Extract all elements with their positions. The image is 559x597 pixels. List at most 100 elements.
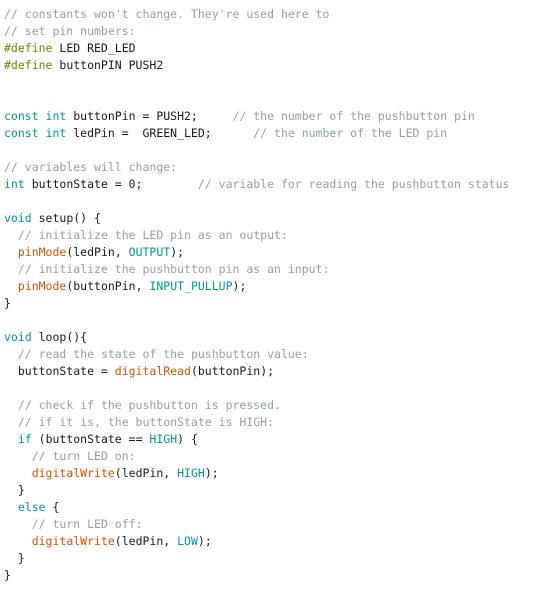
code-token-fn: digitalRead bbox=[114, 364, 191, 378]
code-line[interactable] bbox=[4, 193, 559, 210]
code-token-kw: else bbox=[4, 500, 46, 514]
code-editor[interactable]: // constants won't change. They're used … bbox=[0, 0, 559, 584]
code-token-plain: buttonPIN PUSH2 bbox=[52, 58, 164, 72]
code-token-comment: // initialize the pushbutton pin as an i… bbox=[17, 262, 330, 276]
code-line[interactable] bbox=[4, 380, 559, 397]
code-line[interactable] bbox=[4, 312, 559, 329]
code-line[interactable]: // read the state of the pushbutton valu… bbox=[4, 346, 559, 363]
code-token-plain: } bbox=[4, 296, 11, 310]
code-token-blank bbox=[4, 143, 11, 157]
code-token-blank bbox=[4, 313, 11, 327]
code-line[interactable]: // check if the pushbutton is pressed. bbox=[4, 397, 559, 414]
code-token-plain: } bbox=[4, 551, 25, 565]
code-line[interactable]: // variables will change: bbox=[4, 159, 559, 176]
code-token-comment: // read the state of the pushbutton valu… bbox=[17, 347, 309, 361]
code-line[interactable]: #define buttonPIN PUSH2 bbox=[4, 57, 559, 74]
code-token-blank bbox=[4, 381, 11, 395]
code-line[interactable]: else { bbox=[4, 499, 559, 516]
code-token-plain: ); bbox=[170, 245, 185, 259]
code-line[interactable]: // initialize the pushbutton pin as an i… bbox=[4, 261, 559, 278]
code-token-const: OUTPUT bbox=[128, 245, 171, 259]
code-token-comment: // variables will change: bbox=[4, 160, 178, 174]
code-token-plain: (ledPin, bbox=[114, 466, 178, 480]
code-line[interactable]: // turn LED off: bbox=[4, 516, 559, 533]
code-line[interactable]: pinMode(buttonPin, INPUT_PULLUP); bbox=[4, 278, 559, 295]
code-token-pre: #define bbox=[4, 41, 53, 55]
code-token-kw: const int bbox=[4, 126, 67, 140]
code-token-plain: ); bbox=[197, 534, 212, 548]
code-token-plain: (ledPin, bbox=[114, 534, 178, 548]
code-token-plain: ); bbox=[204, 466, 219, 480]
code-line[interactable]: #define LED RED_LED bbox=[4, 40, 559, 57]
code-token-const: HIGH bbox=[149, 432, 178, 446]
code-token-blank bbox=[4, 92, 11, 106]
code-line[interactable]: // if it is, the buttonState is HIGH: bbox=[4, 414, 559, 431]
code-token-comment: // set pin numbers: bbox=[4, 24, 136, 38]
code-line[interactable]: // turn LED on: bbox=[4, 448, 559, 465]
code-token-plain: ); bbox=[232, 279, 247, 293]
code-token-blank bbox=[4, 75, 11, 89]
code-line[interactable] bbox=[4, 91, 559, 108]
code-token-const: LOW bbox=[177, 534, 198, 548]
code-line[interactable] bbox=[4, 74, 559, 91]
code-token-plain: (buttonState == bbox=[31, 432, 150, 446]
code-token-comment: // the number of the pushbutton pin bbox=[232, 109, 475, 123]
code-token-fn: pinMode bbox=[17, 245, 67, 259]
code-token-kw: const int bbox=[4, 109, 67, 123]
code-token-comment: // constants won't change. They're used … bbox=[4, 7, 330, 21]
code-line[interactable]: int buttonState = 0; // variable for rea… bbox=[4, 176, 559, 193]
code-token-kw: int bbox=[4, 177, 25, 191]
code-token-plain: setup() { bbox=[31, 211, 101, 225]
code-token-const: HIGH bbox=[177, 466, 205, 480]
code-token-comment: // turn LED off: bbox=[31, 517, 143, 531]
code-line[interactable]: const int buttonPin = PUSH2; // the numb… bbox=[4, 108, 559, 125]
code-line[interactable] bbox=[4, 142, 559, 159]
code-token-plain: { bbox=[45, 500, 60, 514]
code-line[interactable]: } bbox=[4, 295, 559, 312]
code-line[interactable]: digitalWrite(ledPin, LOW); bbox=[4, 533, 559, 550]
code-line[interactable]: void setup() { bbox=[4, 210, 559, 227]
code-token-plain: loop(){ bbox=[31, 330, 88, 344]
code-token-comment: // variable for reading the pushbutton s… bbox=[197, 177, 510, 191]
code-token-comment: // check if the pushbutton is pressed. bbox=[17, 398, 281, 412]
code-token-plain: buttonState = 0; bbox=[24, 177, 198, 191]
code-line[interactable]: // constants won't change. They're used … bbox=[4, 6, 559, 23]
code-token-kw: void bbox=[4, 211, 32, 225]
code-token-kw: if bbox=[17, 432, 32, 446]
code-token-plain: (buttonPin, bbox=[66, 279, 150, 293]
code-token-plain: ) { bbox=[177, 432, 198, 446]
code-line[interactable]: } bbox=[4, 550, 559, 567]
code-token-comment: // the number of the LED pin bbox=[253, 126, 448, 140]
code-token-blank bbox=[4, 194, 11, 208]
code-token-plain: } bbox=[4, 483, 25, 497]
code-token-fn: digitalWrite bbox=[31, 466, 115, 480]
code-line[interactable]: // set pin numbers: bbox=[4, 23, 559, 40]
code-line[interactable]: } bbox=[4, 482, 559, 499]
code-token-comment: // turn LED on: bbox=[31, 449, 136, 463]
code-line[interactable]: const int ledPin = GREEN_LED; // the num… bbox=[4, 125, 559, 142]
code-token-pre: #define bbox=[4, 58, 53, 72]
code-token-plain: LED RED_LED bbox=[52, 41, 136, 55]
code-token-plain: (ledPin, bbox=[66, 245, 129, 259]
code-line[interactable]: buttonState = digitalRead(buttonPin); bbox=[4, 363, 559, 380]
code-line[interactable]: // initialize the LED pin as an output: bbox=[4, 227, 559, 244]
code-token-plain: (buttonPin); bbox=[190, 364, 275, 378]
code-line[interactable]: digitalWrite(ledPin, HIGH); bbox=[4, 465, 559, 482]
code-token-plain: ledPin = GREEN_LED; bbox=[66, 126, 254, 140]
code-line[interactable]: pinMode(ledPin, OUTPUT); bbox=[4, 244, 559, 261]
code-line[interactable]: } bbox=[4, 567, 559, 584]
code-line[interactable]: if (buttonState == HIGH) { bbox=[4, 431, 559, 448]
code-line[interactable]: void loop(){ bbox=[4, 329, 559, 346]
